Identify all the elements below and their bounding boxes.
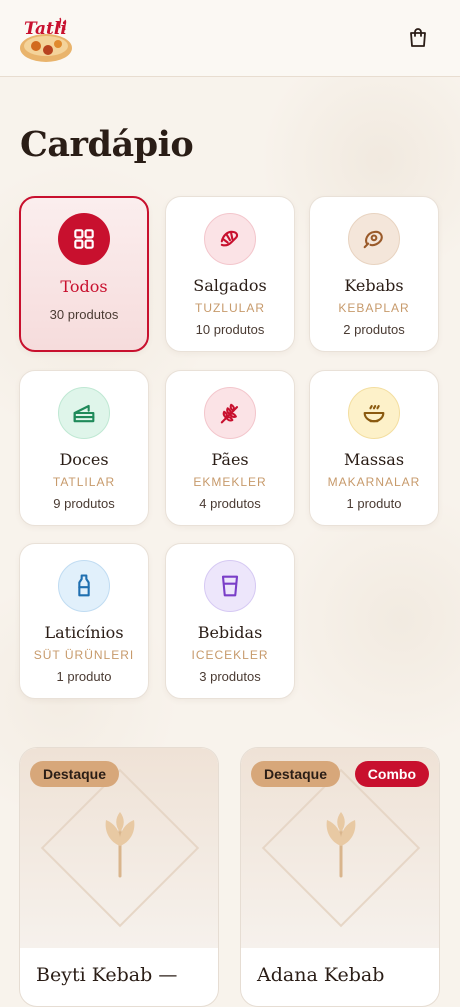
- restaurant-logo[interactable]: Tatli: [16, 12, 76, 66]
- category-name: Laticínios: [44, 623, 124, 642]
- wheat-icon: [220, 403, 239, 424]
- category-icon-bg: [58, 387, 110, 439]
- badge-combo: Combo: [354, 761, 429, 787]
- product-card-adana-kebab[interactable]: Destaque Combo Adana Kebab: [240, 747, 440, 1007]
- category-card-laticinios[interactable]: Laticínios SÜT ÜRÜNLERI 1 produto: [19, 543, 149, 699]
- cake-icon: [73, 404, 95, 423]
- category-card-salgados[interactable]: Salgados TUZLULAR 10 produtos: [165, 196, 295, 352]
- category-subtitle: SÜT ÜRÜNLERI: [33, 648, 135, 662]
- category-name: Doces: [59, 450, 109, 469]
- category-name: Salgados: [193, 276, 267, 295]
- category-icon-bg: [348, 213, 400, 265]
- category-card-paes[interactable]: Pães EKMEKLER 4 produtos: [165, 370, 295, 526]
- category-icon-bg: [204, 213, 256, 265]
- meat-icon: [363, 230, 383, 249]
- category-name: Kebabs: [344, 276, 404, 295]
- croissant-icon: [220, 230, 239, 247]
- category-count: 10 produtos: [195, 322, 265, 337]
- category-card-bebidas[interactable]: Bebidas ICECEKLER 3 produtos: [165, 543, 295, 699]
- category-count: 30 produtos: [49, 307, 119, 322]
- category-subtitle: MAKARNALAR: [327, 475, 421, 489]
- category-subtitle: TATLILAR: [52, 475, 116, 489]
- category-name: Massas: [343, 450, 405, 469]
- category-count: 2 produtos: [343, 322, 405, 337]
- category-icon-bg: [58, 213, 110, 265]
- product-name: Beyti Kebab —: [36, 964, 178, 986]
- category-name: Todos: [60, 277, 108, 296]
- category-icon-bg: [204, 560, 256, 612]
- product-card-beyti-kebab[interactable]: Destaque Beyti Kebab —: [19, 747, 219, 1007]
- svg-text:Tatli: Tatli: [24, 19, 67, 39]
- cup-icon: [221, 575, 239, 597]
- category-subtitle: ICECEKLER: [191, 648, 269, 662]
- category-subtitle: EKMEKLER: [193, 475, 267, 489]
- app-header: Tatli: [0, 0, 460, 77]
- category-count: 1 produto: [346, 496, 402, 511]
- category-icon-bg: [58, 560, 110, 612]
- category-card-doces[interactable]: Doces TATLILAR 9 produtos: [19, 370, 149, 526]
- category-name: Bebidas: [197, 623, 263, 642]
- category-card-massas[interactable]: Massas MAKARNALAR 1 produto: [309, 370, 439, 526]
- milk-bottle-icon: [78, 574, 90, 597]
- category-icon-bg: [204, 387, 256, 439]
- logo-image: Tatli: [20, 17, 72, 62]
- soup-bowl-icon: [363, 404, 385, 423]
- grid-icon: [74, 229, 94, 249]
- category-card-kebabs[interactable]: Kebabs KEBAPLAR 2 produtos: [309, 196, 439, 352]
- shopping-bag-icon: [410, 28, 426, 47]
- category-count: 4 produtos: [199, 496, 261, 511]
- product-name: Adana Kebab: [257, 964, 385, 986]
- category-count: 3 produtos: [199, 669, 261, 684]
- category-count: 1 produto: [56, 669, 112, 684]
- category-count: 9 produtos: [53, 496, 115, 511]
- badge-destaque: Destaque: [251, 761, 341, 787]
- category-subtitle: KEBAPLAR: [338, 301, 410, 315]
- category-name: Pães: [211, 450, 249, 469]
- category-subtitle: TUZLULAR: [194, 301, 265, 315]
- category-icon-bg: [348, 387, 400, 439]
- category-card-todos[interactable]: Todos 30 produtos: [19, 196, 149, 352]
- cart-button[interactable]: [402, 22, 434, 54]
- badge-destaque: Destaque: [30, 761, 120, 787]
- page-title: Cardápio: [20, 124, 194, 165]
